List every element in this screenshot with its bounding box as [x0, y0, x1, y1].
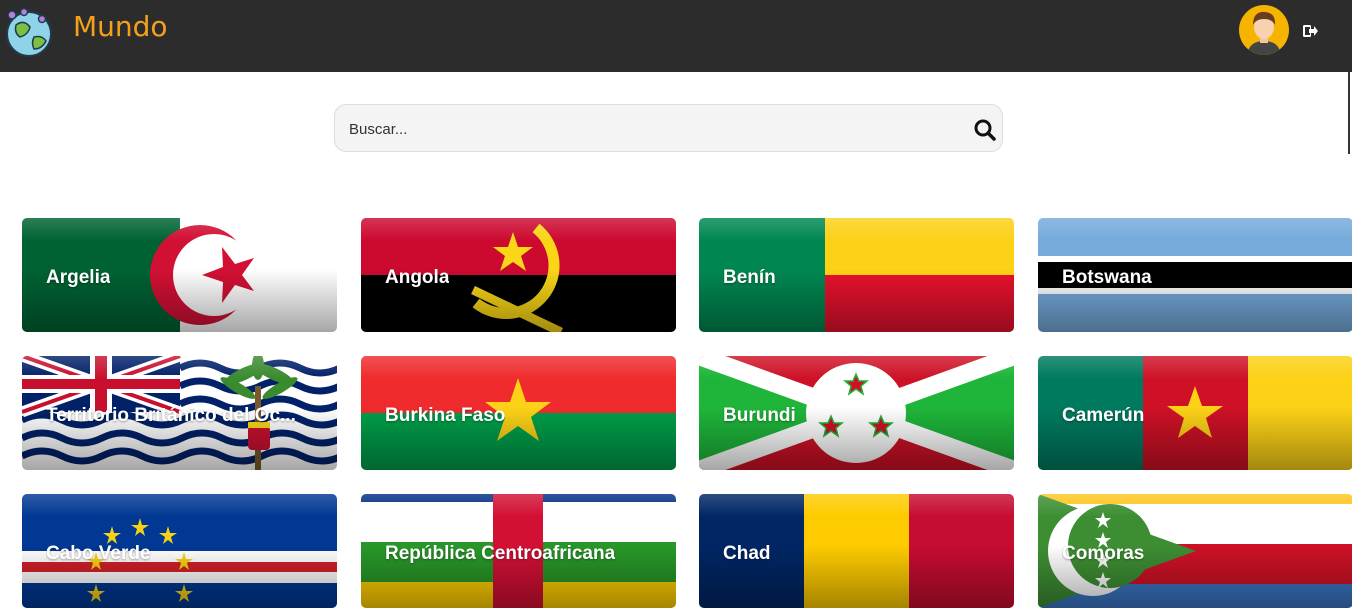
country-card-botswana[interactable]: Botswana	[1038, 218, 1352, 332]
country-name: Cabo Verde	[46, 543, 151, 564]
country-name: Benín	[723, 267, 776, 288]
country-name: Comoras	[1062, 543, 1145, 564]
user-avatar-icon	[1247, 11, 1281, 55]
logout-icon[interactable]	[1301, 22, 1319, 40]
search-input[interactable]	[347, 105, 961, 153]
search-icon[interactable]	[973, 118, 997, 142]
country-card-angola[interactable]: Angola	[361, 218, 676, 332]
country-card-cabo-verde[interactable]: Cabo Verde	[22, 494, 337, 608]
globe-icon[interactable]	[2, 5, 54, 57]
country-card-argelia[interactable]: Argelia	[22, 218, 337, 332]
country-name: Burkina Faso	[385, 405, 506, 426]
country-name: Territorio Británico del Oc...	[46, 405, 296, 426]
country-card-camerun[interactable]: Camerún	[1038, 356, 1352, 470]
country-card-republica-centroafricana[interactable]: República Centroafricana	[361, 494, 676, 608]
search-bar	[334, 104, 1003, 153]
country-card-burundi[interactable]: Burundi	[699, 356, 1014, 470]
scrollbar[interactable]	[1348, 72, 1350, 154]
country-name: Chad	[723, 543, 771, 564]
country-name: Angola	[385, 267, 450, 288]
country-card-benin[interactable]: Benín	[699, 218, 1014, 332]
country-card-burkina-faso[interactable]: Burkina Faso	[361, 356, 676, 470]
country-name: Botswana	[1062, 267, 1152, 288]
country-name: Camerún	[1062, 405, 1145, 426]
country-name: República Centroafricana	[385, 543, 616, 564]
country-card-comoras[interactable]: Comoras	[1038, 494, 1352, 608]
country-name: Burundi	[723, 405, 796, 426]
top-navbar: Mundo	[0, 0, 1352, 72]
brand-title[interactable]: Mundo	[73, 10, 168, 43]
user-avatar[interactable]	[1239, 5, 1289, 55]
country-card-chad[interactable]: Chad	[699, 494, 1014, 608]
country-name: Argelia	[46, 267, 111, 288]
country-card-british-indian-ocean-territory[interactable]: Territorio Británico del Oc...	[22, 356, 337, 470]
